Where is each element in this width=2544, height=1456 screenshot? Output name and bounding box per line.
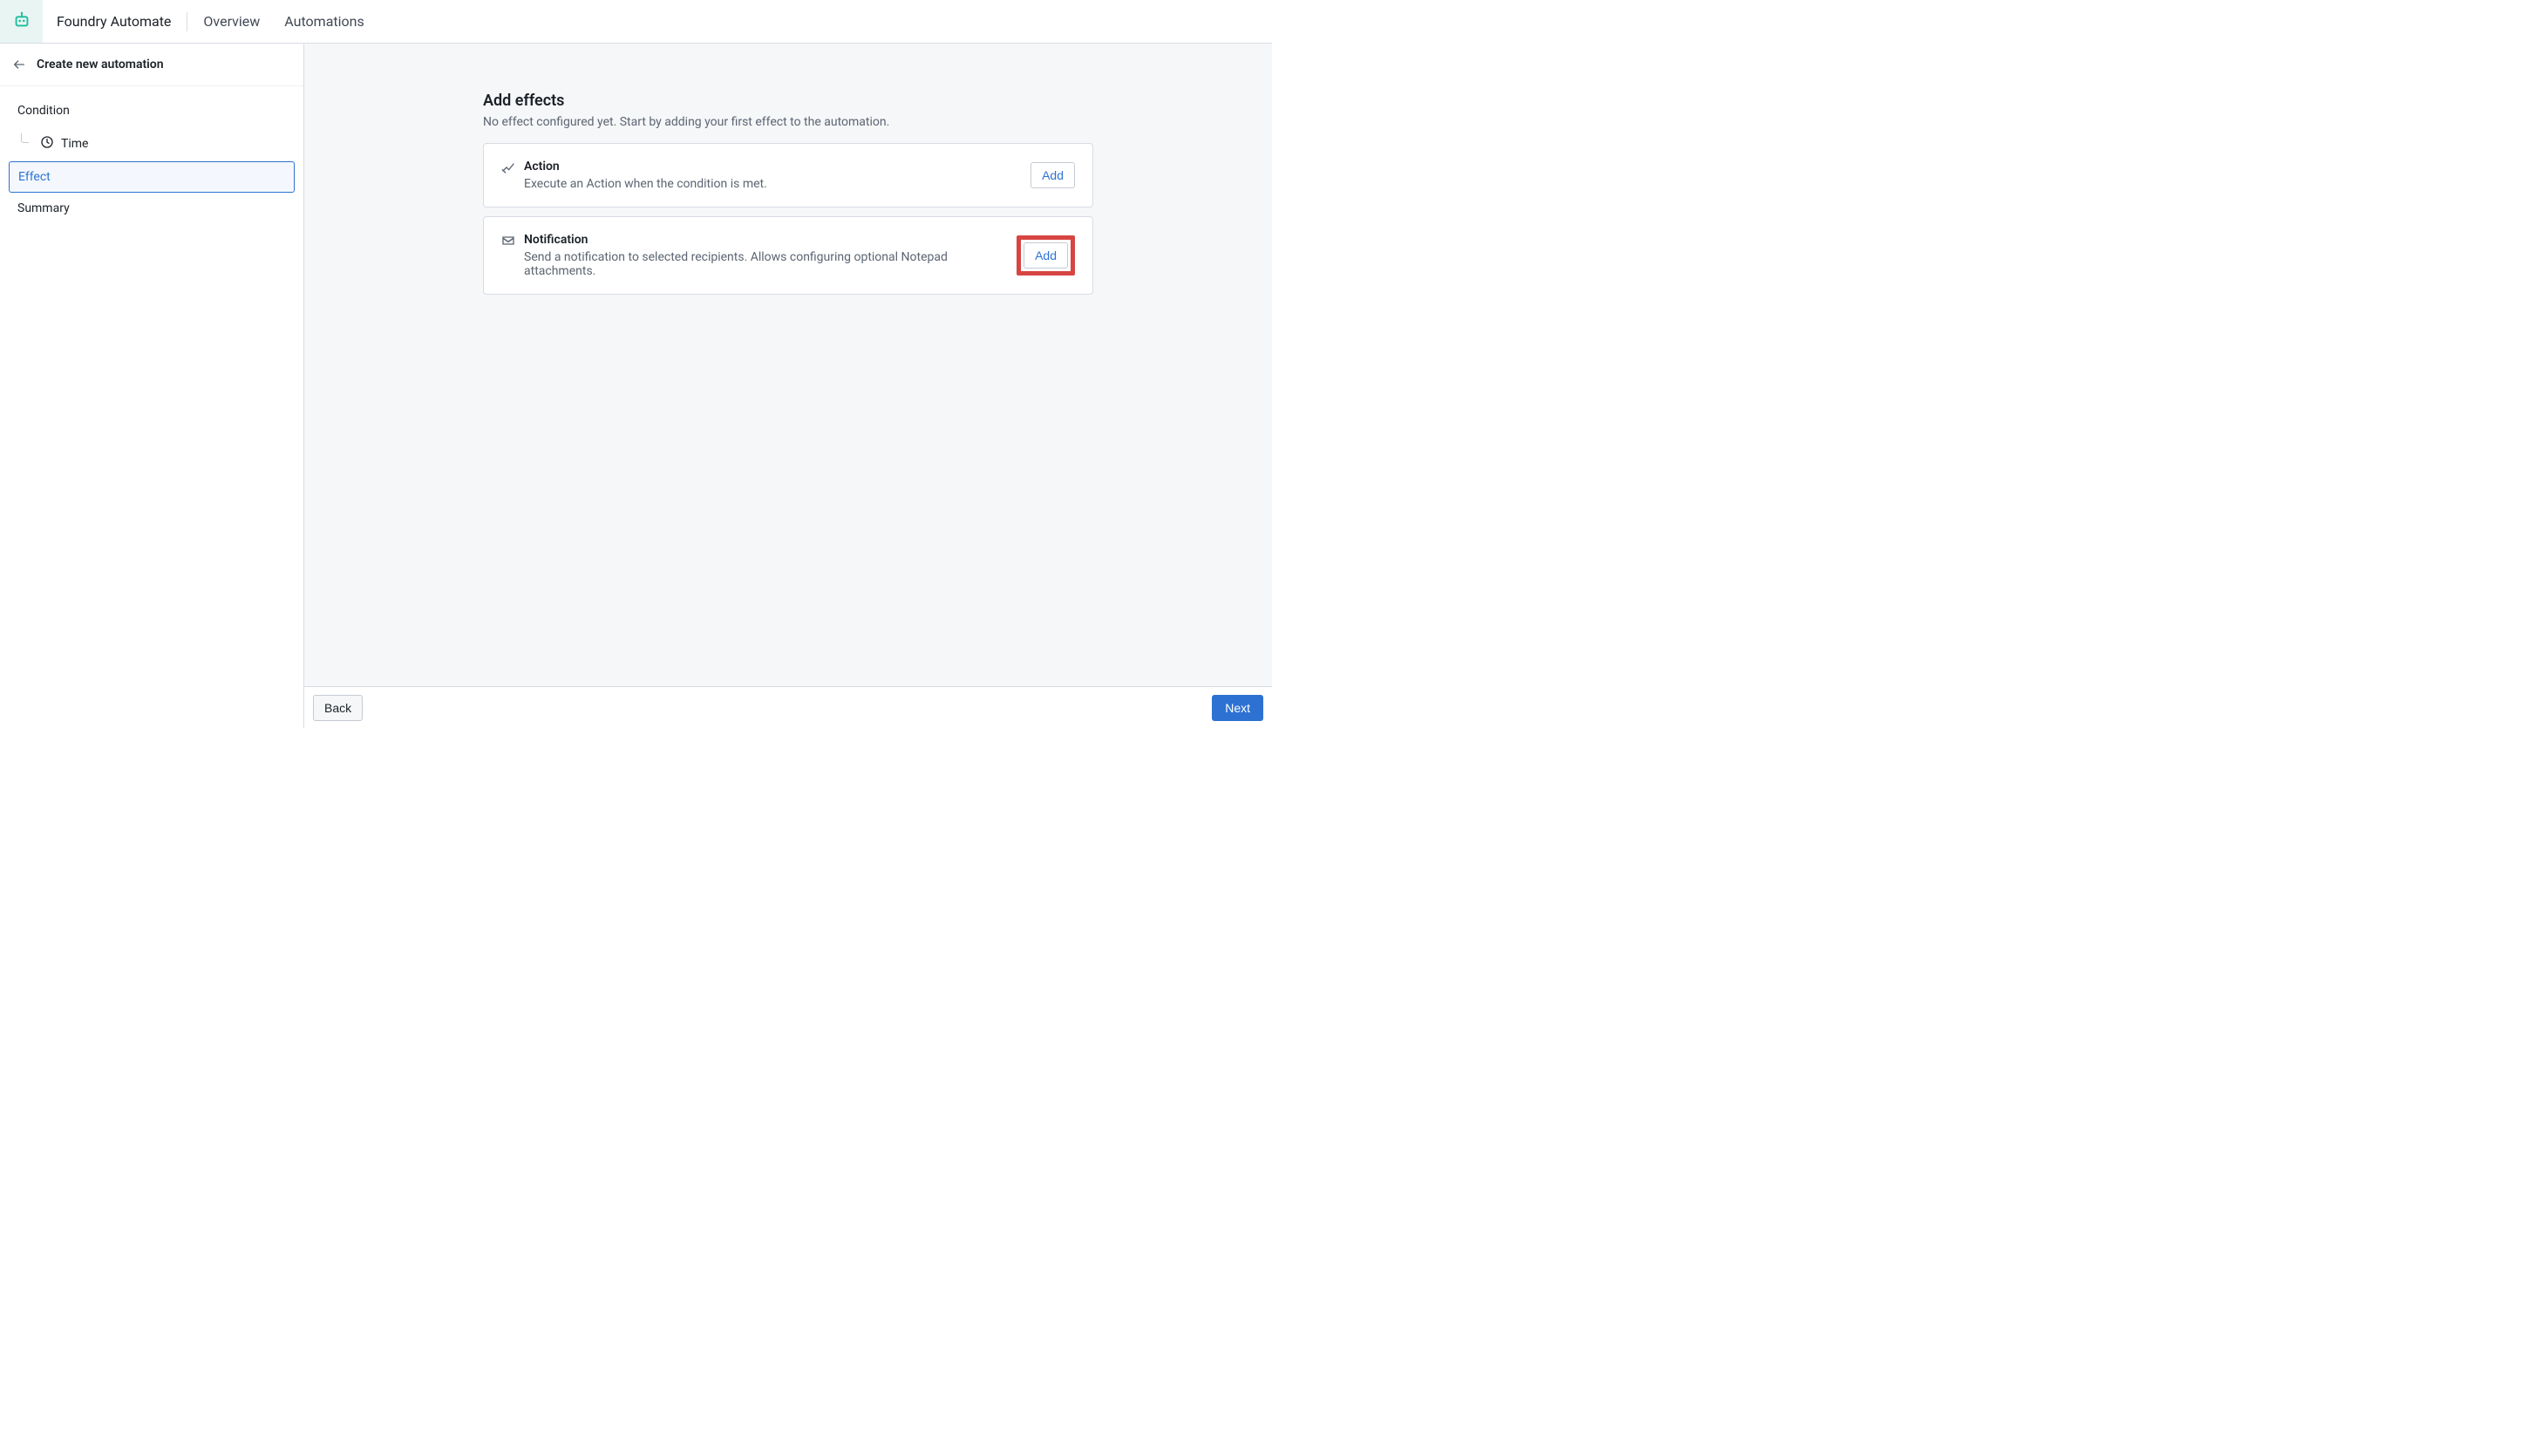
sidebar-item-summary[interactable]: Summary [9,193,295,224]
action-icon [501,160,515,178]
tab-overview[interactable]: Overview [191,0,272,44]
content-inner: Add effects No effect configured yet. St… [483,92,1093,686]
product-icon-container [0,0,43,43]
clock-icon [40,135,54,153]
effect-desc: Execute an Action when the condition is … [524,177,767,191]
effect-title: Action [524,160,767,173]
effect-desc: Send a notification to selected recipien… [524,250,999,278]
body-area: Create new automation Condition Time Eff… [0,44,1272,728]
tab-automations[interactable]: Automations [272,0,376,44]
highlight-annotation: Add [1017,235,1075,276]
effect-title: Notification [524,233,999,247]
envelope-icon [501,234,515,251]
sidebar-item-time[interactable]: Time [9,126,295,161]
effect-card-action: Action Execute an Action when the condit… [483,143,1093,208]
sidebar-item-effect[interactable]: Effect [9,161,295,193]
effect-info: Action Execute an Action when the condit… [501,160,767,191]
sidebar-title: Create new automation [37,58,164,71]
main-content: Add effects No effect configured yet. St… [304,44,1272,686]
sidebar-list: Condition Time Effect Summary [0,86,303,233]
sidebar-header: Create new automation [0,44,303,86]
sidebar-item-condition[interactable]: Condition [9,95,295,126]
page-title: Add effects [483,92,1093,110]
topbar: Foundry Automate Overview Automations [0,0,1272,44]
add-notification-button[interactable]: Add [1024,242,1068,269]
next-button[interactable]: Next [1212,695,1263,721]
sidebar: Create new automation Condition Time Eff… [0,44,304,728]
effect-info: Notification Send a notification to sele… [501,233,999,278]
back-button[interactable]: Back [313,695,363,721]
sidebar-item-time-label: Time [61,137,88,151]
back-arrow-icon[interactable] [12,58,26,71]
main: Add effects No effect configured yet. St… [304,44,1272,728]
robot-icon [12,10,31,33]
page-subtitle: No effect configured yet. Start by addin… [483,115,1093,129]
effect-text: Action Execute an Action when the condit… [524,160,767,191]
effect-text: Notification Send a notification to sele… [524,233,999,278]
product-title: Foundry Automate [43,13,187,30]
effect-card-notification: Notification Send a notification to sele… [483,216,1093,295]
add-action-button[interactable]: Add [1031,162,1075,188]
footer: Back Next [304,686,1272,728]
